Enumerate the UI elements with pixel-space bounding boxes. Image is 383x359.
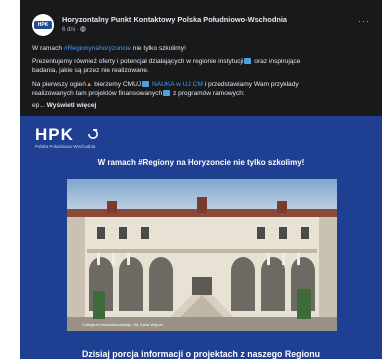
more-options-icon[interactable]: ··· <box>358 16 370 26</box>
courtyard-illustration <box>67 179 337 331</box>
see-more-link[interactable]: Wyświetl więcej <box>47 102 97 109</box>
hashtag-link[interactable]: #Regionynahoryzoncie <box>64 45 131 52</box>
building-emoji-icon <box>244 58 252 64</box>
hpk-logo: HPK <box>35 125 74 144</box>
post-header: HPK Horyzontalny Punkt Kontaktowy Polska… <box>32 14 372 38</box>
post-text-line-1: W ramach #Regionynahoryzoncie nie tylko … <box>32 45 186 52</box>
page-name-link[interactable]: Horyzontalny Punkt Kontaktowy Polska Poł… <box>62 15 287 24</box>
post-text-line-3: badania, jakie są przez nie realizowane. <box>32 67 149 74</box>
photo-caption: Collegium Nowodworskiego, fot. Anna Wojn… <box>82 322 164 327</box>
courtyard-photo: Collegium Nowodworskiego, fot. Anna Wojn… <box>67 179 337 331</box>
post-meta: 6 dni · <box>62 26 87 33</box>
hpk-logo-subtitle: Polska Południowo-Wschodnia <box>35 144 96 149</box>
page-avatar[interactable]: HPK <box>32 14 54 36</box>
facebook-post: HPK Horyzontalny Punkt Kontaktowy Polska… <box>20 0 382 359</box>
globe-icon <box>80 26 87 33</box>
banner-title: W ramach #Regiony na Horyzoncie nie tylk… <box>97 158 305 167</box>
post-time[interactable]: 6 dni <box>62 27 75 33</box>
mention-link[interactable]: NAUKA w UJ CM <box>150 81 203 88</box>
post-image[interactable]: HPK Polska Południowo-Wschodnia W ramach… <box>20 116 382 359</box>
hpk-logo-mark-icon <box>88 129 98 139</box>
banner-bottom-title: Dzisiaj porcja informacji o projektach z… <box>81 349 321 359</box>
screenshot-frame: HPK Horyzontalny Punkt Kontaktowy Polska… <box>0 0 383 359</box>
post-text-line-6: ep... Wyświetl więcej <box>32 102 97 109</box>
eu-flag-emoji-icon <box>163 90 171 96</box>
post-text-line-2: Prezentujemy również oferty i potencjał … <box>32 58 301 65</box>
post-text-line-5: realizowanych tam projektów finansowanyc… <box>32 90 245 97</box>
post-text-line-4: Na pierwszy ogień▲ bierzemy CMUJ NAUKA w… <box>32 81 299 88</box>
avatar-logo: HPK <box>34 21 52 29</box>
hospital-emoji-icon <box>142 81 150 87</box>
